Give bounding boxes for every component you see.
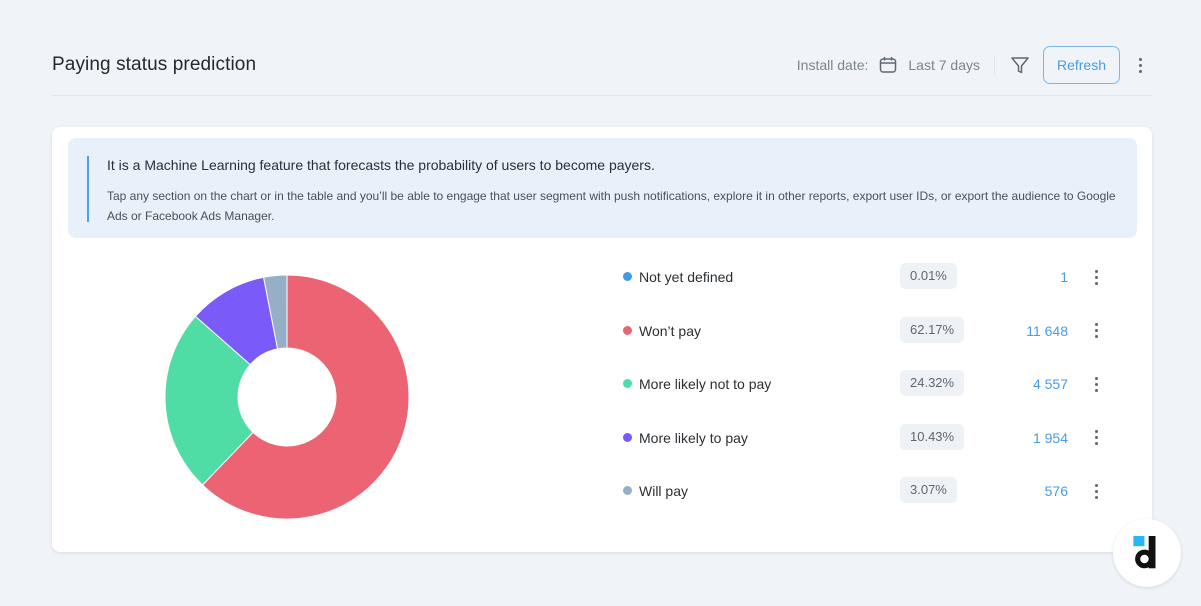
- devtodev-logo[interactable]: [1113, 519, 1181, 587]
- page-header: Paying status prediction Install date: L…: [52, 36, 1152, 96]
- divider: [994, 55, 995, 75]
- segment-percent: 24.32%: [900, 370, 965, 396]
- segment-count-link[interactable]: 4 557: [1033, 376, 1068, 392]
- more-vertical-icon[interactable]: [1088, 480, 1104, 502]
- segment-count-link[interactable]: 11 648: [1026, 323, 1068, 339]
- page-title: Paying status prediction: [52, 54, 257, 75]
- segment-count-link[interactable]: 1 954: [1033, 430, 1068, 446]
- filter-icon[interactable]: [1009, 54, 1031, 76]
- more-vertical-icon[interactable]: [1088, 320, 1104, 342]
- donut-chart-svg: [164, 274, 410, 520]
- prediction-card: It is a Machine Learning feature that fo…: [52, 127, 1152, 552]
- segment-label: Not yet defined: [639, 269, 734, 285]
- segment-color-dot: [623, 379, 632, 388]
- segment-row[interactable]: More likely not to pay 24.32% 4 557: [620, 364, 1140, 418]
- segment-row[interactable]: More likely to pay 10.43% 1 954: [620, 418, 1140, 472]
- header-controls: Install date: Last 7 days Refresh: [797, 46, 1148, 84]
- install-date-label: Install date:: [796, 57, 869, 73]
- segment-count-link[interactable]: 576: [1045, 483, 1068, 499]
- segment-label: Will pay: [639, 483, 689, 499]
- segment-count-link[interactable]: 1: [1060, 269, 1068, 285]
- segment-percent: 3.07%: [900, 477, 957, 503]
- logo-icon: [1133, 536, 1156, 569]
- calendar-icon[interactable]: [878, 55, 898, 75]
- segment-color-dot: [623, 272, 632, 281]
- segment-color-dot: [623, 486, 632, 495]
- segment-table: Not yet defined 0.01% 1 Won’t pay 62.17%…: [620, 257, 1140, 525]
- date-range-selector[interactable]: Last 7 days: [908, 57, 980, 73]
- more-vertical-icon[interactable]: [1088, 373, 1104, 395]
- refresh-button[interactable]: Refresh: [1043, 46, 1120, 84]
- segment-percent: 0.01%: [900, 263, 957, 289]
- donut-chart: [152, 262, 422, 532]
- info-banner: It is a Machine Learning feature that fo…: [68, 138, 1137, 238]
- info-accent-bar: [87, 156, 89, 222]
- info-title: It is a Machine Learning feature that fo…: [107, 157, 655, 173]
- more-vertical-icon[interactable]: [1088, 427, 1104, 449]
- segment-row[interactable]: Won’t pay 62.17% 11 648: [620, 311, 1140, 365]
- segment-row[interactable]: Will pay 3.07% 576: [620, 471, 1140, 525]
- segment-label: Won’t pay: [639, 322, 701, 339]
- segment-color-dot: [623, 432, 632, 442]
- segment-percent: 10.43%: [900, 423, 965, 450]
- segment-percent: 62.17%: [900, 316, 965, 343]
- more-vertical-icon[interactable]: [1132, 54, 1148, 76]
- segment-label: More likely not to pay: [639, 376, 772, 392]
- segment-color-dot: [623, 325, 632, 335]
- more-vertical-icon[interactable]: [1088, 266, 1104, 288]
- segment-row[interactable]: Not yet defined 0.01% 1: [620, 257, 1140, 311]
- segment-label: More likely to pay: [639, 429, 748, 446]
- info-body: Tap any section on the chart or in the t…: [107, 189, 1116, 223]
